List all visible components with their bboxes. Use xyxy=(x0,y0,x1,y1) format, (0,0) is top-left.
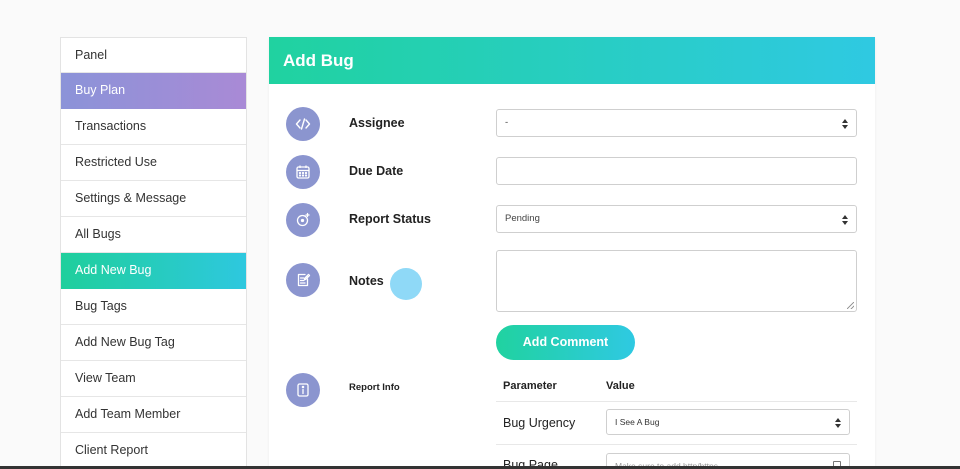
notes-textarea[interactable] xyxy=(496,250,857,312)
calendar-icon xyxy=(286,155,320,189)
report-info-label: Report Info xyxy=(349,382,400,393)
sidebar: Panel Buy Plan Transactions Restricted U… xyxy=(60,37,247,469)
notes-icon xyxy=(286,263,320,297)
table-divider xyxy=(496,401,857,402)
due-date-input[interactable] xyxy=(496,157,857,185)
sidebar-item-buy-plan[interactable]: Buy Plan xyxy=(61,73,246,109)
add-comment-button[interactable]: Add Comment xyxy=(496,325,635,360)
sidebar-item-add-team-member[interactable]: Add Team Member xyxy=(61,397,246,433)
sidebar-item-add-new-bug[interactable]: Add New Bug xyxy=(61,253,246,289)
sidebar-item-restricted-use[interactable]: Restricted Use xyxy=(61,145,246,181)
cursor-indicator xyxy=(390,268,422,300)
assignee-select[interactable]: - xyxy=(496,109,857,137)
due-date-label: Due Date xyxy=(349,164,404,178)
sidebar-item-add-new-bug-tag[interactable]: Add New Bug Tag xyxy=(61,325,246,361)
resize-handle[interactable] xyxy=(847,302,854,309)
notes-label: Notes xyxy=(349,274,384,288)
sidebar-item-settings-message[interactable]: Settings & Message xyxy=(61,181,246,217)
parameter-bug-urgency: Bug Urgency xyxy=(503,416,576,430)
sidebar-item-panel[interactable]: Panel xyxy=(61,38,246,73)
report-status-select[interactable]: Pending xyxy=(496,205,857,233)
column-header-value: Value xyxy=(606,380,635,392)
report-status-label: Report Status xyxy=(349,212,431,226)
assignee-label: Assignee xyxy=(349,116,405,130)
status-icon xyxy=(286,203,320,237)
sidebar-item-all-bugs[interactable]: All Bugs xyxy=(61,217,246,253)
sidebar-item-client-report[interactable]: Client Report xyxy=(61,433,246,469)
add-bug-card: Add Bug Assignee - Due Date Report Statu… xyxy=(269,37,875,469)
code-icon xyxy=(286,107,320,141)
table-divider xyxy=(496,444,857,445)
card-title: Add Bug xyxy=(269,37,875,84)
column-header-parameter: Parameter xyxy=(503,380,557,392)
sidebar-item-transactions[interactable]: Transactions xyxy=(61,109,246,145)
bug-urgency-select[interactable]: I See A Bug xyxy=(606,409,850,435)
sidebar-item-view-team[interactable]: View Team xyxy=(61,361,246,397)
sidebar-item-bug-tags[interactable]: Bug Tags xyxy=(61,289,246,325)
info-icon xyxy=(286,373,320,407)
